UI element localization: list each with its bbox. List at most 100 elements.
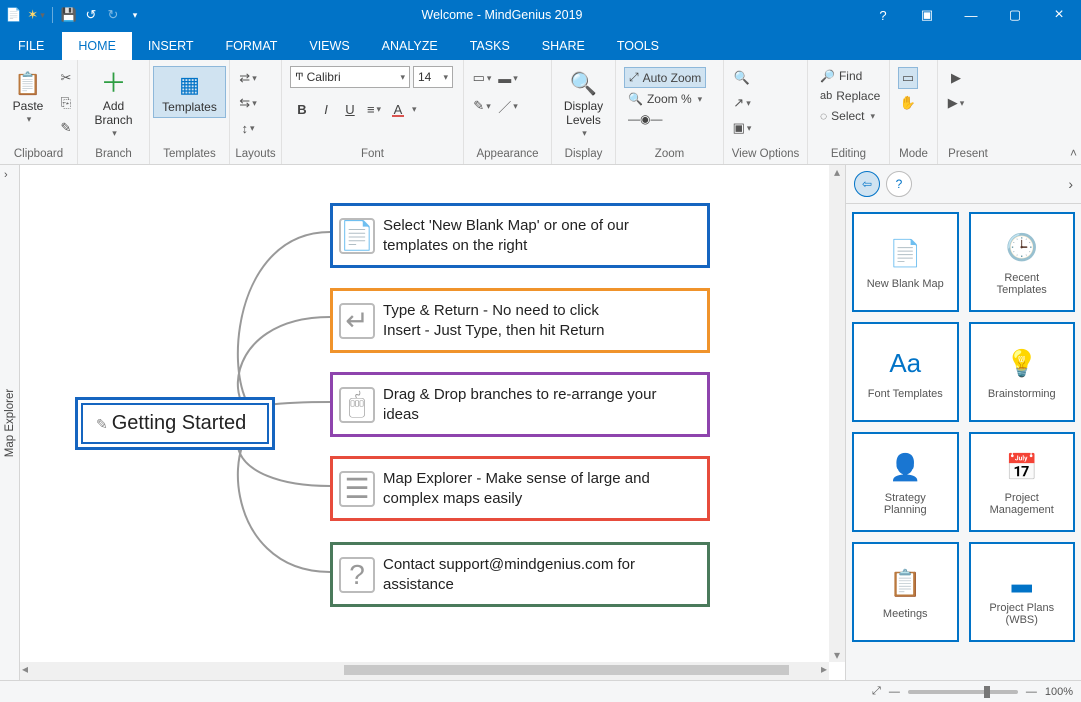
layout2-icon[interactable]: ⇆▾ xyxy=(238,92,258,114)
template-tile[interactable]: 📋Meetings xyxy=(852,542,959,642)
viewopt3-icon[interactable]: ▣▾ xyxy=(732,117,752,139)
tab-home[interactable]: HOME xyxy=(62,32,132,60)
tab-file[interactable]: FILE xyxy=(4,32,58,60)
bold-button[interactable]: B xyxy=(290,98,314,120)
maximize-button[interactable]: ▢ xyxy=(993,0,1037,30)
add-branch-button[interactable]: ＋ Add Branch ▾ xyxy=(86,66,140,140)
quick-new-dropdown-icon[interactable]: ✶▾ xyxy=(28,7,44,23)
auto-zoom-button[interactable]: ⤢Auto Zoom xyxy=(624,67,706,88)
group-zoom-label: Zoom xyxy=(620,146,719,162)
replace-button[interactable]: abReplace xyxy=(816,87,884,105)
close-button[interactable]: × xyxy=(1037,0,1081,30)
tab-views[interactable]: VIEWS xyxy=(293,32,365,60)
shape-icon[interactable]: ▭▾ xyxy=(472,67,492,89)
zoom-slider[interactable] xyxy=(908,690,1018,694)
quick-undo-icon[interactable]: ↺ xyxy=(83,7,99,23)
template-tile[interactable]: 📄New Blank Map xyxy=(852,212,959,312)
select-button[interactable]: ◌Select▾ xyxy=(816,107,884,125)
quick-new-icon[interactable]: 📄 xyxy=(6,7,22,23)
map-canvas[interactable]: ✎Getting Started 📄Select 'New Blank Map'… xyxy=(20,165,845,680)
templates-button[interactable]: ▦ Templates xyxy=(153,66,226,118)
child-node[interactable]: ↵Type & Return - No need to clickInsert … xyxy=(330,288,710,353)
vertical-scrollbar[interactable]: ▴▾ xyxy=(829,165,845,662)
font-name-combo[interactable]: ͲCalibri xyxy=(290,66,410,88)
fill-icon[interactable]: ▬▾ xyxy=(498,67,518,89)
root-node[interactable]: ✎Getting Started xyxy=(75,397,275,450)
present2-icon[interactable]: ▶▾ xyxy=(946,92,966,114)
font-color-button[interactable]: A xyxy=(386,98,410,120)
copy-icon[interactable]: ⎘ xyxy=(56,92,76,114)
root-node-text: Getting Started xyxy=(112,412,247,434)
viewopt1-icon[interactable]: 🔍 xyxy=(732,67,752,89)
help-button[interactable]: ? xyxy=(861,0,905,30)
child-node[interactable]: ?Contact support@mindgenius.com for assi… xyxy=(330,542,710,607)
connector-icon[interactable]: ／▾ xyxy=(498,95,518,117)
child-node[interactable]: 🖱Drag & Drop branches to re-arrange your… xyxy=(330,372,710,437)
layout3-icon[interactable]: ↕▾ xyxy=(238,117,258,139)
layout1-icon[interactable]: ⇄▾ xyxy=(238,67,258,89)
template-icon: ▂ xyxy=(1002,558,1042,598)
align-button[interactable]: ≡▾ xyxy=(362,98,386,120)
tab-tasks[interactable]: TASKS xyxy=(454,32,526,60)
panel-templates-tab-icon[interactable]: ⇦ xyxy=(854,171,880,197)
template-tile[interactable]: ▂Project Plans(WBS) xyxy=(969,542,1076,642)
panel-help-tab-icon[interactable]: ? xyxy=(886,171,912,197)
template-label: StrategyPlanning xyxy=(884,492,927,516)
pen-icon[interactable]: ✎▾ xyxy=(472,95,492,117)
tab-share[interactable]: SHARE xyxy=(526,32,601,60)
zoom-fit-icon[interactable]: ⤢ xyxy=(872,685,881,698)
template-label: New Blank Map xyxy=(867,278,944,290)
horizontal-scrollbar[interactable]: ◂▸ xyxy=(20,662,829,680)
zoom-pct-label: Zoom % xyxy=(647,92,692,106)
template-tile[interactable]: 📅ProjectManagement xyxy=(969,432,1076,532)
expand-explorer-icon: › xyxy=(4,169,8,181)
replace-label: Replace xyxy=(836,89,880,103)
italic-button[interactable]: I xyxy=(314,98,338,120)
child-node[interactable]: ☰Map Explorer - Make sense of large and … xyxy=(330,456,710,521)
template-label: Meetings xyxy=(883,608,928,620)
font-size-combo[interactable]: 14 xyxy=(413,66,453,88)
quick-customize-icon[interactable]: ▾ xyxy=(127,7,143,23)
underline-button[interactable]: U xyxy=(338,98,362,120)
minimize-button[interactable]: — xyxy=(949,0,993,30)
title-bar: 📄 ✶▾ 💾 ↺ ↻ ▾ Welcome - MindGenius 2019 ?… xyxy=(0,0,1081,30)
node-text: Contact support@mindgenius.com for assis… xyxy=(383,555,695,594)
mode-hand-icon[interactable]: ✋ xyxy=(898,92,918,114)
node-icon: 📄 xyxy=(339,218,375,254)
quick-save-icon[interactable]: 💾 xyxy=(61,7,77,23)
collapse-panel-icon[interactable]: › xyxy=(1068,176,1073,192)
paste-button[interactable]: 📋 Paste ▾ xyxy=(4,66,52,126)
tab-format[interactable]: FORMAT xyxy=(210,32,294,60)
viewopt2-icon[interactable]: ↗▾ xyxy=(732,92,752,114)
display-levels-button[interactable]: 🔍 Display Levels ▾ xyxy=(556,66,611,140)
find-button[interactable]: 🔎Find xyxy=(816,67,884,85)
child-node[interactable]: 📄Select 'New Blank Map' or one of our te… xyxy=(330,203,710,268)
collapse-ribbon-icon[interactable]: ˄ xyxy=(1070,146,1077,160)
group-branch-label: Branch xyxy=(82,146,145,162)
cut-icon[interactable]: ✂ xyxy=(56,67,76,89)
paste-icon: 📋 xyxy=(12,68,44,100)
font-size-value: 14 xyxy=(418,70,431,84)
map-explorer-collapsed[interactable]: › Map Explorer xyxy=(0,165,20,680)
ribbon-tabs: FILE HOME INSERT FORMAT VIEWS ANALYZE TA… xyxy=(0,30,1081,60)
tab-insert[interactable]: INSERT xyxy=(132,32,210,60)
zoom-pct-button[interactable]: 🔍Zoom %▾ xyxy=(624,90,706,108)
zoom-in-icon[interactable]: — xyxy=(1026,686,1037,698)
window-title: Welcome - MindGenius 2019 xyxy=(143,8,861,22)
format-painter-icon[interactable]: ✎ xyxy=(56,117,76,139)
mode-cursor-icon[interactable]: ▭ xyxy=(898,67,918,89)
group-templates-label: Templates xyxy=(154,146,225,162)
quick-redo-icon[interactable]: ↻ xyxy=(105,7,121,23)
template-tile[interactable]: AaFont Templates xyxy=(852,322,959,422)
template-tile[interactable]: 👤StrategyPlanning xyxy=(852,432,959,532)
zoom-out-icon[interactable]: — xyxy=(889,686,900,698)
ribbon-options-button[interactable]: ▣ xyxy=(905,0,949,30)
template-tile[interactable]: 🕒RecentTemplates xyxy=(969,212,1076,312)
tab-tools[interactable]: TOOLS xyxy=(601,32,675,60)
present1-icon[interactable]: ▶ xyxy=(946,67,966,89)
zoom-slider-icon[interactable]: —◉— xyxy=(624,110,706,128)
display-levels-label: Display Levels xyxy=(564,100,603,128)
tab-analyze[interactable]: ANALYZE xyxy=(366,32,454,60)
template-icon: 🕒 xyxy=(1002,228,1042,268)
template-tile[interactable]: 💡Brainstorming xyxy=(969,322,1076,422)
